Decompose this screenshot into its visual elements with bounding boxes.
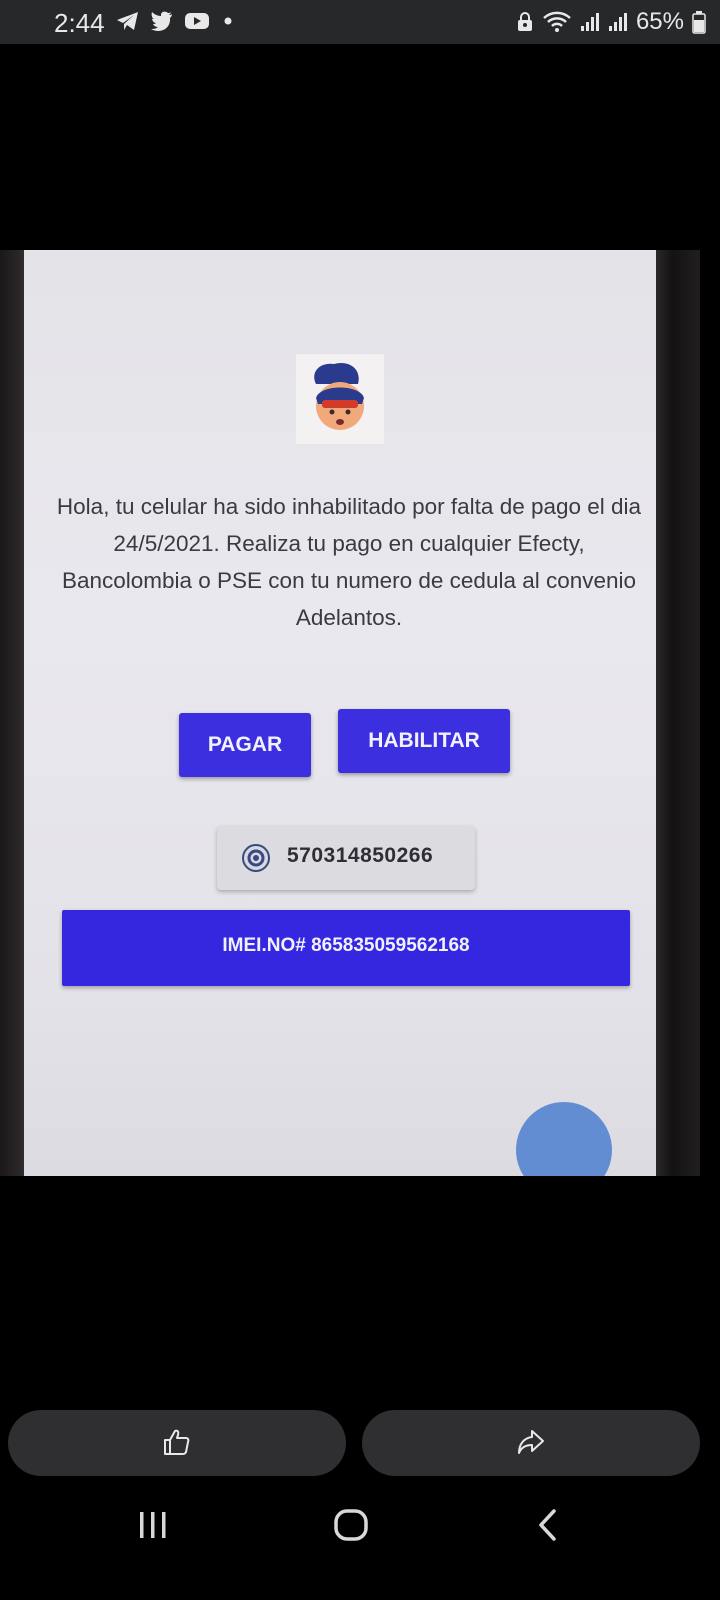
enable-button[interactable]: HABILITAR <box>338 709 510 773</box>
share-icon <box>518 1430 544 1454</box>
dot-icon <box>224 17 232 25</box>
thumbs-up-icon <box>164 1429 190 1455</box>
status-time: 2:44 <box>54 8 105 38</box>
battery-percent: 65% <box>635 8 684 35</box>
battery-icon <box>692 11 706 34</box>
notification-icons <box>116 10 236 32</box>
lock-message: Hola, tu celular ha sido inhabilitado po… <box>56 494 642 630</box>
photo-of-phone-screen[interactable]: Hola, tu celular ha sido inhabilitado po… <box>0 250 700 1176</box>
wifi-icon <box>543 11 571 32</box>
twitter-icon <box>151 11 172 31</box>
share-button[interactable] <box>362 1410 700 1476</box>
headset-icon <box>242 844 270 872</box>
telegram-icon <box>117 12 138 30</box>
contact-chip[interactable]: 570314850266 <box>217 826 475 890</box>
back-icon[interactable] <box>534 1508 564 1542</box>
lock-icon <box>517 12 532 31</box>
status-bar: 2:44 65% <box>0 0 720 44</box>
signal-icon <box>608 13 627 31</box>
recents-icon[interactable] <box>136 1508 170 1542</box>
youtube-icon <box>185 13 209 29</box>
navigation-bar <box>0 1490 720 1600</box>
like-button[interactable] <box>8 1410 346 1476</box>
signal-icon <box>580 13 599 31</box>
pay-button[interactable]: PAGAR <box>179 713 311 777</box>
phone-screen: Hola, tu celular ha sido inhabilitado po… <box>24 250 656 1176</box>
avatar <box>296 354 384 444</box>
mascot-icon <box>314 362 364 430</box>
system-icons: 65% <box>516 8 706 36</box>
phone-frame-right <box>654 250 700 1176</box>
imei-bar: IMEI.NO# 865835059562168 <box>62 910 630 986</box>
home-icon[interactable] <box>333 1508 369 1542</box>
floating-action-button[interactable] <box>516 1102 612 1176</box>
contact-number: 570314850266 <box>287 844 434 867</box>
